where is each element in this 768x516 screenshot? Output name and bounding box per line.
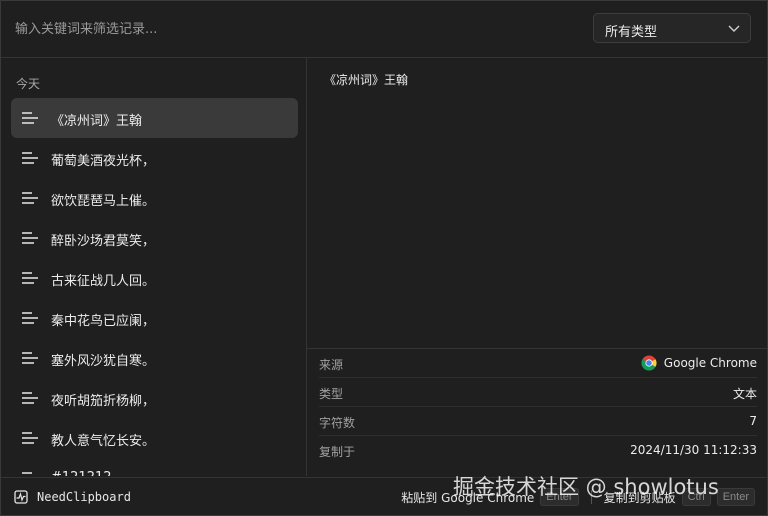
history-list-item[interactable]: 教人意气忆长安。 — [11, 418, 298, 458]
clipboard-window: 所有类型 今天 《凉州词》王翰葡萄美酒夜光杯，欲饮琵琶马上催。醉卧沙场君莫笑，古… — [0, 0, 768, 516]
history-list-item[interactable]: #121212 — [11, 458, 298, 476]
history-list-item[interactable]: 秦中花鸟已应阑， — [11, 298, 298, 338]
history-item-text: #121212 — [51, 470, 112, 476]
history-list: 《凉州词》王翰 葡萄美酒夜光杯， 欲饮琵琶马上催。 醉卧沙场君莫笑， 古来征战几人回。秦… — [11, 98, 298, 476]
text-lines-icon — [22, 112, 38, 124]
chrome-icon — [641, 355, 657, 371]
info-row-chars: 字符数 7 — [319, 407, 757, 436]
text-lines-icon — [22, 352, 38, 364]
type-filter-label: 所有类型 — [605, 25, 658, 40]
info-copied-label: 复制于 — [319, 445, 356, 459]
history-list-item[interactable]: 醉卧沙场君莫笑， — [11, 218, 298, 258]
color-swatch-icon — [22, 472, 32, 474]
history-item-text: 夜听胡笳折杨柳， — [51, 394, 156, 409]
history-item-text: 醉卧沙场君莫笑， — [51, 234, 156, 249]
history-item-text: 《凉州词》王翰 — [51, 114, 143, 129]
history-list-item[interactable]: 葡萄美酒夜光杯， — [11, 138, 298, 178]
footer-bar: NeedClipboard 粘贴到 Google Chrome Enter 复制… — [1, 477, 767, 515]
history-list-item[interactable]: 《凉州词》王翰 — [11, 98, 298, 138]
text-lines-icon — [22, 432, 38, 444]
app-name: NeedClipboard — [37, 490, 131, 504]
history-list-item[interactable]: 塞外风沙犹自寒。 — [11, 338, 298, 378]
app-logo-icon — [14, 490, 28, 504]
info-row-type: 类型 文本 — [319, 378, 757, 407]
history-list-item[interactable]: 古来征战几人回。 — [11, 258, 298, 298]
history-item-text: 葡萄美酒夜光杯， — [51, 154, 156, 169]
history-item-text: 塞外风沙犹自寒。 — [51, 354, 156, 369]
history-list-item[interactable]: 欲饮琵琶马上催。 — [11, 178, 298, 218]
copy-shortcut-key-enter: Enter — [716, 488, 755, 506]
history-item-text: 教人意气忆长安。 — [51, 434, 156, 449]
footer-actions: 粘贴到 Google Chrome Enter 复制到剪贴板 Ctrl Ente… — [401, 486, 755, 508]
copy-action-button[interactable]: 复制到剪贴板 — [604, 489, 676, 506]
search-bar: 所有类型 — [1, 1, 767, 58]
copy-shortcut-key-ctrl: Ctrl — [681, 488, 711, 506]
history-item-text: 秦中花鸟已应阑， — [51, 314, 156, 329]
info-chars-value: 7 — [749, 414, 757, 428]
text-lines-icon — [22, 392, 38, 404]
footer-divider — [590, 490, 592, 504]
info-row-copied: 复制于 2024/11/30 11:12:33 — [319, 436, 757, 464]
history-list-item[interactable]: 夜听胡笳折杨柳， — [11, 378, 298, 418]
info-chars-label: 字符数 — [319, 416, 356, 430]
type-filter-select[interactable]: 所有类型 — [593, 13, 751, 43]
preview-pane: 《凉州词》王翰 — [307, 58, 767, 348]
chevron-down-icon — [728, 25, 740, 32]
text-lines-icon — [22, 232, 38, 244]
section-label-today: 今天 — [16, 77, 41, 91]
info-source-label: 来源 — [319, 358, 344, 372]
info-copied-value: 2024/11/30 11:12:33 — [630, 443, 757, 457]
info-row-source: 来源 Google Chrome — [319, 349, 757, 378]
text-lines-icon — [22, 192, 38, 204]
history-item-text: 欲饮琵琶马上催。 — [51, 194, 156, 209]
preview-content: 《凉州词》王翰 — [324, 73, 409, 87]
history-list-panel: 今天 《凉州词》王翰 葡萄美酒夜光杯， 欲饮琵琶马上催。 醉卧沙场君莫笑， 古来征战几人… — [1, 58, 307, 476]
paste-action-button[interactable]: 粘贴到 Google Chrome — [401, 489, 534, 506]
info-type-value: 文本 — [732, 387, 757, 401]
paste-shortcut-key: Enter — [540, 488, 579, 506]
text-lines-icon — [22, 312, 38, 324]
history-item-text: 古来征战几人回。 — [51, 274, 156, 289]
text-lines-icon — [22, 272, 38, 284]
info-type-label: 类型 — [319, 387, 344, 401]
info-panel: 来源 Google Chrome 类型 文本 字符数 7 复制于 2024/11… — [307, 348, 767, 477]
info-source-value: Google Chrome — [663, 356, 757, 370]
text-lines-icon — [22, 152, 38, 164]
search-input[interactable] — [15, 17, 575, 41]
